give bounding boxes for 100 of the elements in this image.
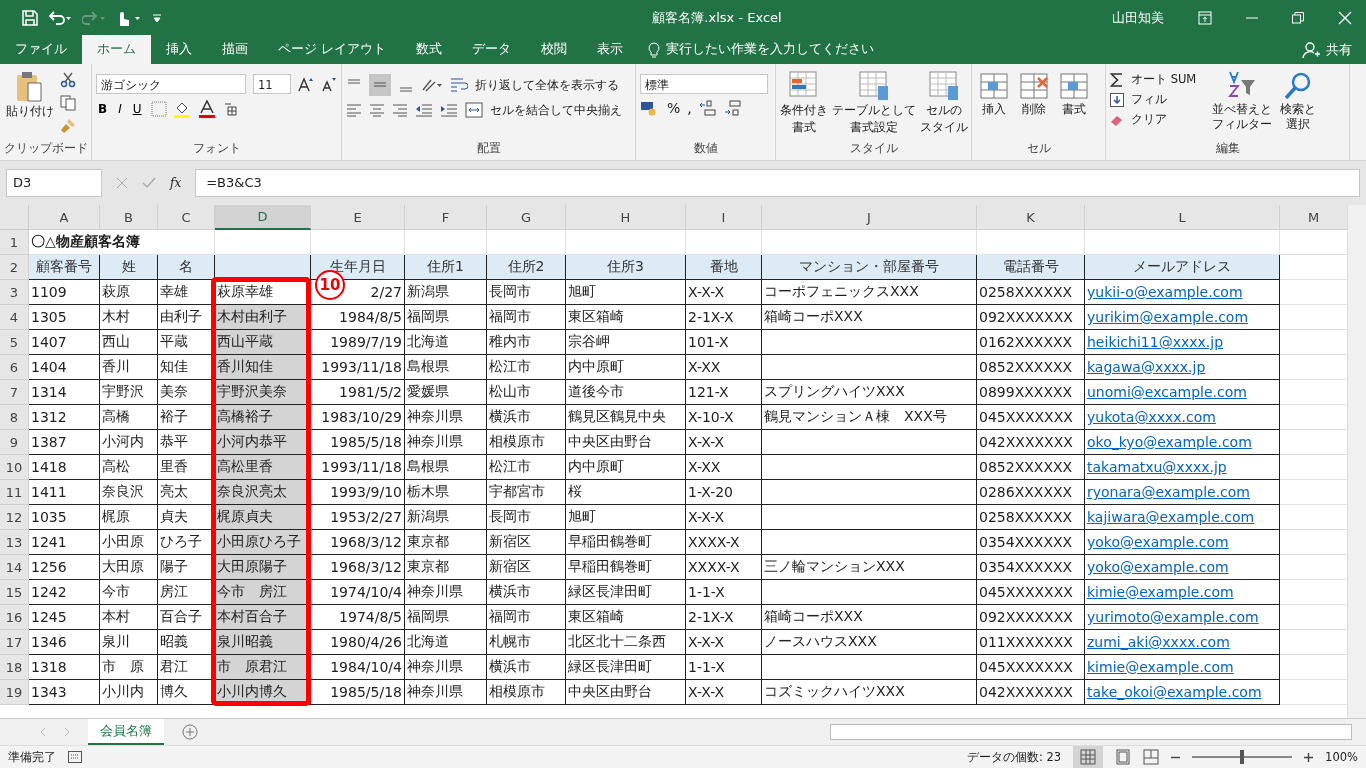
row-number[interactable]: 10: [0, 455, 29, 480]
ribbon-tab[interactable]: 挿入: [151, 35, 207, 64]
align-right-icon[interactable]: [392, 102, 408, 118]
increase-decimal-icon[interactable]: [698, 100, 717, 116]
email-link[interactable]: kimie@example.com: [1087, 584, 1234, 600]
horizontal-scrollbar[interactable]: [830, 724, 1352, 740]
row-number[interactable]: 9: [0, 430, 29, 455]
font-color-icon[interactable]: [198, 100, 215, 118]
email-link[interactable]: oko_kyo@example.com: [1087, 434, 1252, 450]
row-number[interactable]: 11: [0, 480, 29, 505]
undo-icon[interactable]: [48, 9, 72, 26]
clear-button[interactable]: クリア: [1131, 112, 1167, 127]
comma-button[interactable]: ,: [687, 100, 692, 116]
email-link[interactable]: yoko@example.com: [1087, 559, 1229, 575]
shrink-font-icon[interactable]: [321, 76, 337, 92]
ribbon-display-icon[interactable]: [1198, 10, 1212, 25]
font-size-dropdown[interactable]: 11: [253, 74, 291, 94]
insert-function-button[interactable]: fx: [170, 176, 182, 190]
email-link[interactable]: kagawa@xxxx.jp: [1087, 359, 1206, 375]
row-number[interactable]: 15: [0, 580, 29, 605]
column-header[interactable]: I: [686, 205, 762, 230]
style-button[interactable]: テーブルとして 書式設定: [832, 68, 916, 138]
ribbon-tab[interactable]: 校閲: [526, 35, 582, 64]
copy-icon[interactable]: [60, 95, 76, 111]
paste-button[interactable]: 貼り付け: [4, 68, 56, 121]
name-box[interactable]: D3: [6, 169, 102, 197]
save-icon[interactable]: [22, 9, 38, 26]
align-center-icon[interactable]: [369, 102, 385, 118]
brush-icon[interactable]: [60, 118, 76, 134]
ribbon-tab[interactable]: 数式: [401, 35, 457, 64]
ribbon-tab[interactable]: ページ レイアウト: [263, 35, 401, 64]
ribbon-tab[interactable]: ファイル: [0, 35, 82, 64]
cells-button[interactable]: 削除: [1016, 68, 1052, 119]
ribbon-tab[interactable]: 表示: [582, 35, 638, 64]
fill-color-icon[interactable]: [173, 100, 192, 118]
row-number[interactable]: 6: [0, 355, 29, 380]
underline-button[interactable]: U: [130, 102, 144, 116]
normal-view-icon[interactable]: [1073, 746, 1104, 768]
column-header[interactable]: J: [762, 205, 977, 230]
row-number[interactable]: 2: [0, 255, 29, 280]
email-link[interactable]: kimie@example.com: [1087, 659, 1234, 675]
sigma-icon[interactable]: [1110, 72, 1124, 87]
row-number[interactable]: 18: [0, 655, 29, 680]
restore-icon[interactable]: [1292, 11, 1304, 24]
column-header[interactable]: F: [405, 205, 487, 230]
email-link[interactable]: heikichi11@xxxx.jp: [1087, 334, 1223, 350]
cells-button[interactable]: 書式: [1056, 68, 1092, 119]
email-link[interactable]: take_okoi@example.com: [1087, 684, 1262, 700]
column-header[interactable]: L: [1085, 205, 1280, 230]
page-break-icon[interactable]: [1143, 749, 1160, 765]
ribbon-tab[interactable]: 描画: [207, 35, 263, 64]
orientation-icon[interactable]: [421, 77, 443, 93]
zoom-in-icon[interactable]: [1304, 752, 1314, 762]
decrease-decimal-icon[interactable]: [723, 100, 742, 116]
bold-button[interactable]: B: [96, 102, 110, 116]
email-link[interactable]: yukota@xxxx.com: [1087, 409, 1216, 425]
macro-record-icon[interactable]: [68, 751, 82, 763]
merge-center-button[interactable]: セルを結合して中央揃え: [490, 102, 622, 118]
italic-button[interactable]: I: [116, 102, 124, 116]
font-name-dropdown[interactable]: 游ゴシック: [96, 74, 246, 94]
tell-me-search[interactable]: 実行したい作業を入力してください: [666, 41, 874, 58]
email-link[interactable]: yurimoto@example.com: [1087, 609, 1259, 625]
merge-cells-icon[interactable]: [465, 102, 483, 118]
fill-button[interactable]: フィル: [1131, 92, 1167, 107]
row-number[interactable]: 3: [0, 280, 29, 305]
align-left-icon[interactable]: [346, 102, 362, 118]
column-header[interactable]: G: [487, 205, 566, 230]
row-number[interactable]: 12: [0, 505, 29, 530]
sort-filter-button[interactable]: 並べ替えと フィルター: [1210, 68, 1274, 134]
row-number[interactable]: 17: [0, 630, 29, 655]
page-layout-icon[interactable]: [1115, 749, 1132, 765]
formula-field[interactable]: =B3&C3: [195, 169, 1360, 197]
grow-font-icon[interactable]: [298, 76, 314, 92]
decrease-indent-icon[interactable]: [415, 102, 433, 118]
row-number[interactable]: 13: [0, 530, 29, 555]
increase-indent-icon[interactable]: [440, 102, 458, 118]
column-header[interactable]: K: [977, 205, 1085, 230]
cells-button[interactable]: 挿入: [976, 68, 1012, 119]
add-sheet-icon[interactable]: [182, 724, 198, 740]
column-header[interactable]: D: [215, 205, 311, 230]
email-link[interactable]: yoko@example.com: [1087, 534, 1229, 550]
email-link[interactable]: yurikim@example.com: [1087, 309, 1249, 325]
close-icon[interactable]: [1338, 10, 1352, 25]
style-button[interactable]: セルの スタイル: [920, 68, 968, 138]
number-format-dropdown[interactable]: 標準: [640, 74, 768, 94]
eraser-icon[interactable]: [1110, 113, 1124, 126]
email-link[interactable]: yukii-o@example.com: [1087, 284, 1243, 300]
person-add-icon[interactable]: [1302, 40, 1320, 59]
column-header[interactable]: C: [158, 205, 215, 230]
ribbon-tab[interactable]: ホーム: [82, 35, 151, 64]
email-link[interactable]: kajiwara@example.com: [1087, 509, 1255, 525]
column-header[interactable]: E: [311, 205, 405, 230]
customize-icon[interactable]: [152, 12, 162, 23]
column-header[interactable]: A: [29, 205, 100, 230]
email-link[interactable]: unomi@excample.com: [1087, 384, 1247, 400]
row-number[interactable]: 1: [0, 230, 29, 255]
email-link[interactable]: takamatxu@xxxx.jp: [1087, 459, 1227, 475]
row-number[interactable]: 19: [0, 680, 29, 705]
email-link[interactable]: zumi_aki@xxxx.com: [1087, 634, 1230, 650]
zoom-thumb[interactable]: [1240, 750, 1245, 764]
